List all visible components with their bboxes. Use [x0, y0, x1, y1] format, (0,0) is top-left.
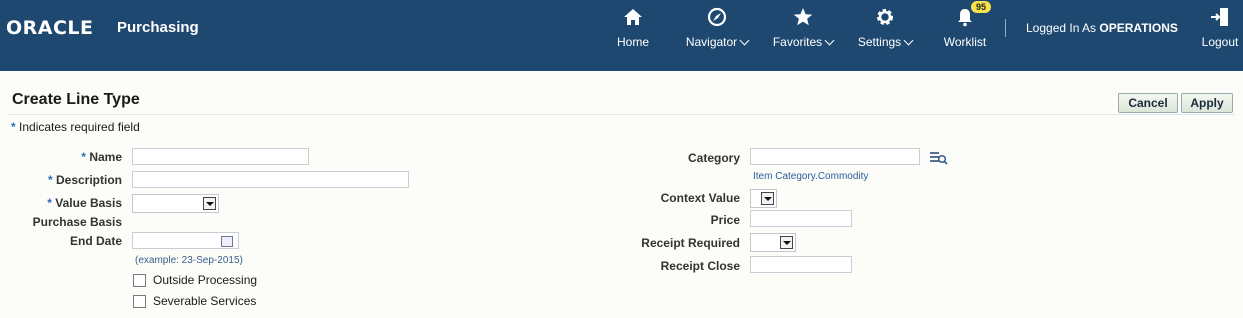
- description-input[interactable]: [132, 171, 409, 188]
- required-note: * Indicates required field: [11, 120, 140, 134]
- name-label: * Name: [40, 150, 122, 164]
- chevron-down-icon: [739, 35, 750, 46]
- nav-worklist-label: Worklist: [943, 35, 987, 49]
- severable-services-label: Severable Services: [153, 294, 257, 308]
- description-label: * Description: [20, 173, 122, 187]
- gear-icon: [855, 6, 915, 30]
- chevron-down-icon: [824, 35, 835, 46]
- cancel-button[interactable]: Cancel: [1118, 93, 1178, 113]
- nav-logout-label: Logout: [1201, 35, 1239, 49]
- required-star: *: [47, 196, 52, 210]
- logged-in-user: OPERATIONS: [1099, 21, 1178, 35]
- context-value-select[interactable]: [750, 189, 777, 208]
- nav-favorites-label: Favorites: [772, 35, 823, 49]
- value-basis-select[interactable]: [132, 194, 219, 213]
- star-icon: [770, 6, 836, 30]
- name-label-text: Name: [89, 150, 122, 164]
- nav-settings-label: Settings: [857, 35, 902, 49]
- nav-navigator-label: Navigator: [685, 35, 738, 49]
- receipt-close-label: Receipt Close: [660, 259, 740, 273]
- nav-settings[interactable]: Settings: [855, 6, 915, 49]
- category-structure-link[interactable]: Item Category.Commodity: [753, 171, 868, 182]
- chevron-down-icon: [903, 35, 914, 46]
- app-name: Purchasing: [117, 19, 199, 36]
- nav-worklist[interactable]: 95 Worklist: [940, 1, 992, 49]
- price-input[interactable]: [750, 210, 852, 227]
- nav-logout[interactable]: Logout: [1199, 6, 1241, 49]
- compass-icon: [684, 6, 750, 30]
- required-star: *: [47, 173, 53, 187]
- nav-favorites[interactable]: Favorites: [770, 6, 836, 49]
- category-input[interactable]: [750, 148, 920, 165]
- purchase-basis-label: Purchase Basis: [32, 215, 122, 229]
- context-value-label: Context Value: [660, 191, 740, 205]
- receipt-required-select[interactable]: [750, 233, 796, 252]
- outside-processing-label: Outside Processing: [153, 273, 258, 287]
- oracle-logo: ORACLE: [6, 17, 94, 39]
- app-header: ORACLE Purchasing Home Navigator Favorit…: [0, 0, 1243, 71]
- category-label: Category: [687, 151, 740, 165]
- page-title: Create Line Type: [12, 91, 140, 108]
- end-date-hint: (example: 23-Sep-2015): [135, 255, 243, 266]
- dropdown-arrow-icon: [780, 236, 793, 249]
- description-label-text: Description: [55, 173, 122, 187]
- apply-button[interactable]: Apply: [1181, 93, 1233, 113]
- outside-processing-checkbox[interactable]: [133, 274, 146, 287]
- dropdown-arrow-icon: [203, 197, 216, 210]
- header-divider: [1005, 19, 1006, 37]
- search-icon[interactable]: [930, 151, 948, 165]
- value-basis-label-text: Value Basis: [55, 196, 122, 210]
- nav-home-label: Home: [616, 35, 649, 49]
- required-note-text: Indicates required field: [19, 120, 140, 134]
- dropdown-arrow-icon: [761, 192, 774, 205]
- value-basis-label: * Value Basis: [20, 196, 122, 210]
- required-star: *: [81, 150, 86, 164]
- receipt-required-label: Receipt Required: [641, 236, 740, 250]
- logout-icon: [1199, 6, 1241, 30]
- worklist-badge: 95: [971, 1, 992, 13]
- receipt-close-input[interactable]: [750, 256, 852, 273]
- name-input[interactable]: [132, 148, 309, 165]
- logged-in-prefix: Logged In As: [1026, 21, 1097, 35]
- severable-services-checkbox[interactable]: [133, 295, 146, 308]
- required-star: *: [11, 120, 16, 134]
- end-date-input[interactable]: [132, 232, 239, 249]
- nav-home[interactable]: Home: [612, 6, 654, 49]
- logged-in-text: Logged In As OPERATIONS: [1026, 21, 1178, 35]
- calendar-icon[interactable]: [221, 236, 233, 247]
- end-date-label: End Date: [69, 234, 122, 248]
- price-label: Price: [710, 213, 740, 227]
- home-icon: [612, 6, 654, 30]
- title-divider: [8, 114, 1235, 115]
- nav-navigator[interactable]: Navigator: [684, 6, 750, 49]
